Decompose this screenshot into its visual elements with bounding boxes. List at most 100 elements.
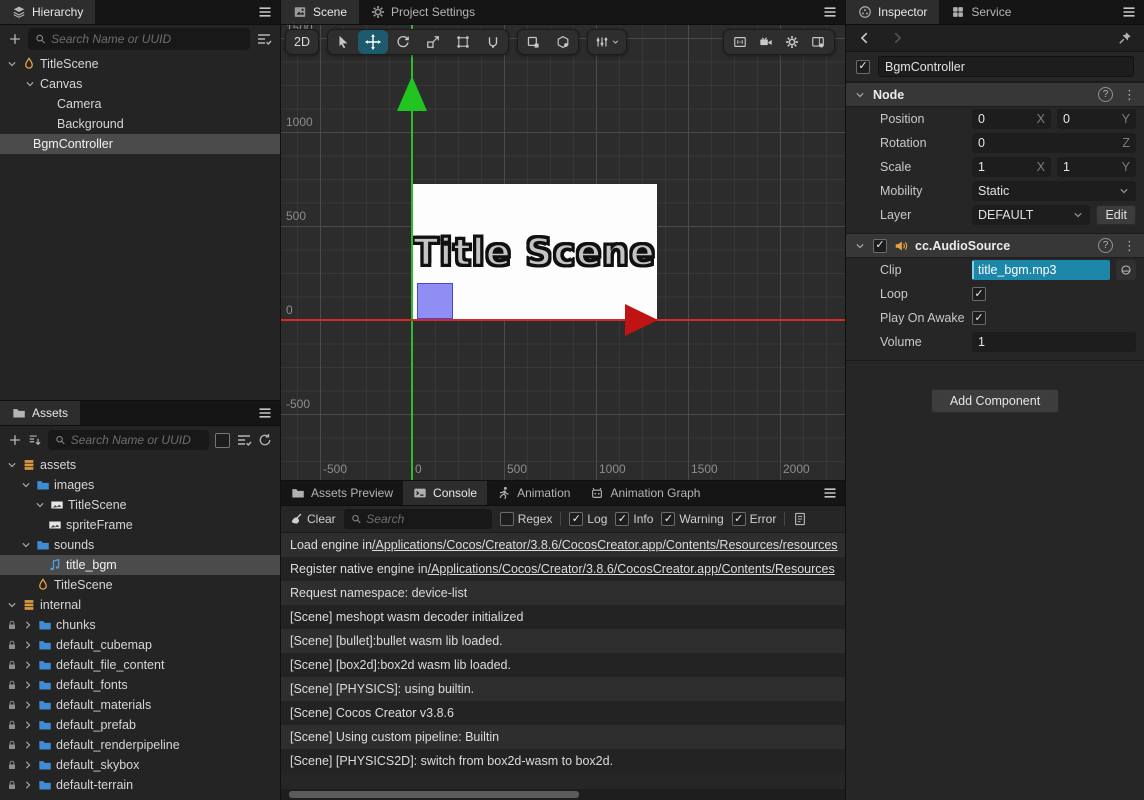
clip-asset-field[interactable]: title_bgm.mp3	[972, 260, 1110, 280]
select-tool-button[interactable]	[328, 30, 358, 54]
asset-row-internal[interactable]: internal	[0, 595, 280, 615]
help-icon[interactable]	[1098, 238, 1113, 253]
scene-panel-settings-button[interactable]	[806, 30, 830, 54]
console-search[interactable]	[343, 509, 492, 529]
log-path-link[interactable]: /Applications/Cocos/Creator/3.8.6/CocosC…	[428, 562, 835, 576]
log-file-button[interactable]	[793, 512, 807, 526]
regex-checkbox[interactable]	[499, 512, 514, 526]
console-log-row[interactable]: [Scene] [PHYSICS2D]: switch from box2d-w…	[281, 749, 845, 773]
chevron-down-icon[interactable]	[20, 479, 32, 491]
audiosource-enable-checkbox[interactable]	[873, 238, 887, 253]
assets-toggle-button[interactable]	[215, 432, 230, 448]
chevron-down-icon[interactable]	[854, 240, 866, 252]
tab-console[interactable]: Console	[403, 481, 488, 505]
tab-inspector[interactable]: Inspector	[846, 0, 940, 24]
node-name-input[interactable]	[878, 56, 1134, 77]
tree-node-bgmcontroller[interactable]: BgmController	[0, 134, 280, 154]
error-checkbox[interactable]	[731, 512, 746, 526]
audiosource-menu-icon[interactable]	[1123, 238, 1136, 254]
rotate-tool-button[interactable]	[388, 30, 418, 54]
hierarchy-menu-button[interactable]	[250, 0, 280, 24]
move-tool-button[interactable]	[358, 30, 388, 54]
2d-3d-toggle-button[interactable]: 2D	[285, 29, 319, 55]
console-log-row[interactable]: [Scene] [box2d]:box2d wasm lib loaded.	[281, 653, 845, 677]
scale-x-field[interactable]: 1X	[972, 157, 1051, 177]
create-asset-button[interactable]	[8, 433, 22, 447]
chevron-right-icon[interactable]	[22, 699, 34, 711]
error-filter[interactable]: Error	[731, 512, 776, 526]
chevron-right-icon[interactable]	[22, 739, 34, 751]
chevron-down-icon[interactable]	[6, 599, 18, 611]
console-log-row[interactable]: Request namespace: device-list	[281, 581, 845, 605]
tree-node-background[interactable]: Background	[0, 114, 280, 134]
import-asset-button[interactable]	[28, 433, 42, 447]
pivot-button[interactable]	[518, 30, 548, 54]
mobility-select[interactable]: Static	[972, 181, 1136, 201]
volume-field[interactable]: 1	[972, 332, 1136, 352]
tab-assets[interactable]: Assets	[0, 401, 81, 425]
position-x-field[interactable]: 0X	[972, 109, 1051, 129]
chevron-right-icon[interactable]	[22, 659, 34, 671]
tab-animation-graph[interactable]: Animation Graph	[580, 481, 710, 505]
layer-edit-button[interactable]: Edit	[1096, 205, 1136, 225]
console-log-list[interactable]: Load engine in /Applications/Cocos/Creat…	[281, 533, 845, 800]
chevron-down-icon[interactable]	[6, 459, 18, 471]
tree-node-canvas[interactable]: Canvas	[0, 74, 280, 94]
console-log-row[interactable]: Load engine in /Applications/Cocos/Creat…	[281, 533, 845, 557]
tree-node-camera[interactable]: Camera	[0, 94, 280, 114]
asset-row-title-bgm[interactable]: title_bgm	[0, 555, 280, 575]
info-checkbox[interactable]	[615, 512, 630, 526]
tab-assets-preview[interactable]: Assets Preview	[281, 481, 403, 505]
tab-animation[interactable]: Animation	[487, 481, 580, 505]
position-y-field[interactable]: 0Y	[1057, 109, 1136, 129]
coordinate-space-button[interactable]	[548, 30, 578, 54]
warning-checkbox[interactable]	[661, 512, 676, 526]
move-gizmo-x-arrow[interactable]	[625, 304, 658, 336]
hierarchy-search[interactable]	[28, 28, 250, 50]
asset-row-default-file-content[interactable]: default_file_content	[0, 655, 280, 675]
help-icon[interactable]	[1098, 87, 1113, 102]
chevron-right-icon[interactable]	[22, 779, 34, 791]
asset-row-default-cubemap[interactable]: default_cubemap	[0, 635, 280, 655]
chevron-right-icon[interactable]	[22, 619, 34, 631]
pin-icon[interactable]	[1118, 31, 1132, 45]
console-hscrollbar-thumb[interactable]	[289, 791, 579, 798]
chevron-right-icon[interactable]	[22, 719, 34, 731]
chevron-down-icon[interactable]	[6, 58, 18, 70]
console-hscrollbar-track[interactable]	[281, 789, 845, 800]
chevron-down-icon[interactable]	[34, 499, 46, 511]
asset-row-assets[interactable]: assets	[0, 455, 280, 475]
tab-project-settings[interactable]: Project Settings	[359, 0, 487, 24]
log-path-link[interactable]: /Applications/Cocos/Creator/3.8.6/CocosC…	[372, 538, 838, 552]
node-active-checkbox[interactable]	[856, 59, 870, 74]
asset-row-default-fonts[interactable]: default_fonts	[0, 675, 280, 695]
asset-row-default-skybox[interactable]: default_skybox	[0, 755, 280, 775]
console-log-row[interactable]: [Scene] Cocos Creator v3.8.6	[281, 701, 845, 725]
clip-picker-button[interactable]	[1116, 260, 1136, 280]
scene-viewport[interactable]: Title Scene 1500 1000 500 0 -500 -500 0 …	[281, 25, 845, 480]
ruler-toggle-button[interactable]	[728, 30, 752, 54]
asset-row-chunks[interactable]: chunks	[0, 615, 280, 635]
history-forward-button[interactable]	[890, 31, 904, 45]
asset-row-titlescene-scene[interactable]: TitleScene	[0, 575, 280, 595]
info-filter[interactable]: Info	[615, 512, 653, 526]
add-component-button[interactable]: Add Component	[930, 389, 1060, 413]
node-menu-icon[interactable]	[1123, 87, 1136, 103]
regex-filter[interactable]: Regex	[499, 512, 552, 526]
assets-search[interactable]	[48, 430, 209, 450]
asset-row-images[interactable]: images	[0, 475, 280, 495]
node-section-header[interactable]: Node	[846, 82, 1144, 107]
assets-menu-button[interactable]	[250, 401, 280, 425]
history-back-button[interactable]	[858, 31, 872, 45]
gizmo-settings-button[interactable]	[587, 29, 627, 55]
assets-refresh-button[interactable]	[258, 433, 272, 447]
chevron-right-icon[interactable]	[22, 679, 34, 691]
assets-search-input[interactable]	[70, 433, 202, 447]
asset-row-sounds[interactable]: sounds	[0, 535, 280, 555]
scene-gear-button[interactable]	[780, 30, 804, 54]
tree-node-titlescene[interactable]: TitleScene	[0, 54, 280, 74]
console-log-row[interactable]: Register native engine in /Applications/…	[281, 557, 845, 581]
log-checkbox[interactable]	[569, 512, 584, 526]
console-log-row[interactable]: [Scene] [PHYSICS]: using builtin.	[281, 677, 845, 701]
asset-row-default-materials[interactable]: default_materials	[0, 695, 280, 715]
